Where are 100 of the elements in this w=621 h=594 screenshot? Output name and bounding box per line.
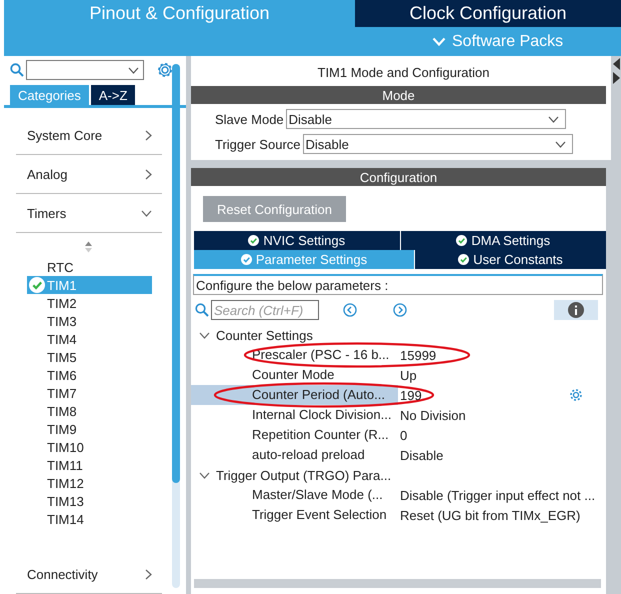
search-dropdown[interactable]: [26, 60, 144, 80]
parameter-name[interactable]: Internal Clock Division...: [191, 405, 398, 425]
scrollbar[interactable]: [172, 64, 180, 588]
group-label: Counter Settings: [216, 328, 313, 342]
settings-tab[interactable]: DMA Settings: [400, 231, 606, 250]
peripheral-item[interactable]: TIM8: [27, 402, 152, 420]
check-icon: [458, 254, 470, 265]
peripheral-item[interactable]: TIM11: [27, 456, 152, 474]
chevron-down-icon: [432, 37, 446, 46]
category-label: Connectivity: [27, 566, 98, 582]
dropdown-value: Disable: [306, 136, 349, 152]
parameter-value: 15999: [399, 348, 436, 362]
peripheral-label: TIM11: [47, 458, 83, 472]
check-icon: [240, 254, 252, 265]
field-label: Slave Mode: [215, 112, 284, 126]
peripheral-item[interactable]: TIM14: [27, 510, 152, 528]
peripheral-label: TIM12: [47, 476, 84, 490]
peripheral-item[interactable]: RTC: [27, 258, 152, 276]
peripheral-item[interactable]: TIM13: [27, 492, 152, 510]
peripheral-label: TIM10: [47, 440, 84, 454]
peripheral-item[interactable]: TIM10: [27, 438, 152, 456]
peripheral-item[interactable]: TIM12: [27, 474, 152, 492]
chevron-right-icon: [145, 130, 152, 140]
parameter-name[interactable]: Prescaler (PSC - 16 b...: [191, 345, 398, 365]
peripheral-label: TIM8: [47, 404, 77, 418]
panel-title: TIM1 Mode and Configuration: [316, 64, 490, 82]
peripheral-item[interactable]: TIM7: [27, 384, 152, 402]
peripheral-item[interactable]: TIM6: [27, 366, 152, 384]
parameter-value: 0: [399, 428, 408, 442]
search-icon: [10, 63, 24, 77]
check-icon: [248, 235, 260, 246]
parameter-value: No Division: [399, 408, 466, 422]
horizontal-scrollbar[interactable]: [194, 579, 601, 588]
section-header: Mode: [191, 86, 606, 104]
peripheral-item[interactable]: TIM4: [27, 330, 152, 348]
next-icon[interactable]: [393, 303, 407, 317]
peripheral-item[interactable]: TIM2: [27, 294, 152, 312]
settings-tab[interactable]: NVIC Settings: [194, 231, 400, 250]
collapse-icon: [612, 58, 620, 70]
peripheral-item[interactable]: TIM9: [27, 420, 152, 438]
peripheral-label: TIM9: [47, 422, 77, 436]
sort-icon: [84, 241, 93, 253]
sidebar-tab[interactable]: A->Z: [90, 85, 136, 105]
category-item[interactable]: Analog: [16, 155, 162, 194]
chevron-down-icon: [199, 332, 210, 338]
parameter-name[interactable]: Master/Slave Mode (...: [191, 485, 398, 505]
parameter-value: Disable: [399, 448, 444, 462]
peripheral-label: TIM6: [47, 368, 77, 382]
instruction-text: Configure the below parameters :: [193, 274, 603, 295]
category-item[interactable]: Connectivity: [16, 555, 162, 594]
settings-icon: [156, 61, 174, 79]
tree-group[interactable]: Trigger Output (TRGO) Para...: [191, 465, 606, 485]
chevron-right-icon: [145, 168, 152, 180]
chevron-down-icon: [128, 66, 139, 74]
dropdown-value: Disable: [288, 112, 332, 126]
search-icon: [195, 303, 209, 317]
parameter-value: Up: [399, 368, 417, 382]
category-label: Timers: [27, 206, 66, 220]
parameter-value: 199: [399, 388, 422, 402]
category-label: System Core: [27, 128, 102, 142]
field-label: Trigger Source: [215, 136, 300, 152]
peripheral-item[interactable]: TIM5: [27, 348, 152, 366]
mode-dropdown[interactable]: Disable: [286, 109, 566, 129]
peripheral-label: TIM1: [47, 278, 77, 292]
tree-group[interactable]: Counter Settings: [191, 325, 606, 345]
category-label: Analog: [27, 166, 68, 182]
chevron-down-icon: [141, 210, 152, 216]
group-label: Trigger Output (TRGO) Para...: [216, 468, 392, 482]
category-item[interactable]: System Core: [16, 116, 162, 155]
peripheral-label: TIM4: [47, 332, 77, 346]
peripheral-item[interactable]: TIM3: [27, 312, 152, 330]
info-button[interactable]: [554, 300, 598, 320]
perspective-tab[interactable]: Clock Configuration: [355, 0, 621, 27]
chevron-down-icon: [548, 116, 559, 122]
info-icon: [568, 302, 584, 318]
chevron-right-icon: [145, 568, 152, 580]
expand-icon: [612, 72, 620, 84]
parameter-name[interactable]: Trigger Event Selection: [191, 505, 398, 525]
category-item[interactable]: Timers: [16, 194, 162, 233]
peripheral-label: TIM14: [47, 512, 84, 526]
parameter-name[interactable]: Repetition Counter (R...: [191, 425, 398, 445]
peripheral-label: TIM5: [47, 350, 77, 364]
gear-icon: [569, 388, 583, 402]
parameter-name[interactable]: Counter Mode: [191, 365, 398, 385]
search-field[interactable]: Search (Ctrl+F): [211, 300, 319, 320]
chevron-down-icon: [554, 140, 566, 148]
parameter-name[interactable]: auto-reload preload: [191, 445, 398, 465]
settings-tab[interactable]: User Constants: [415, 250, 606, 269]
mode-dropdown[interactable]: Disable: [302, 134, 572, 154]
peripheral-label: TIM7: [47, 386, 77, 400]
peripheral-label: RTC: [47, 260, 74, 274]
chevron-down-icon: [199, 472, 210, 478]
peripheral-label: TIM2: [47, 296, 77, 310]
section-header: Configuration: [191, 168, 606, 186]
parameter-value: Reset (UG bit from TIMx_EGR): [399, 508, 580, 522]
previous-icon[interactable]: [343, 303, 357, 317]
peripheral-label: TIM3: [47, 314, 77, 328]
peripheral-label: TIM13: [47, 494, 84, 508]
parameter-name[interactable]: Counter Period (Auto...: [191, 385, 398, 405]
parameter-value: Disable (Trigger input effect not ...: [399, 488, 596, 502]
